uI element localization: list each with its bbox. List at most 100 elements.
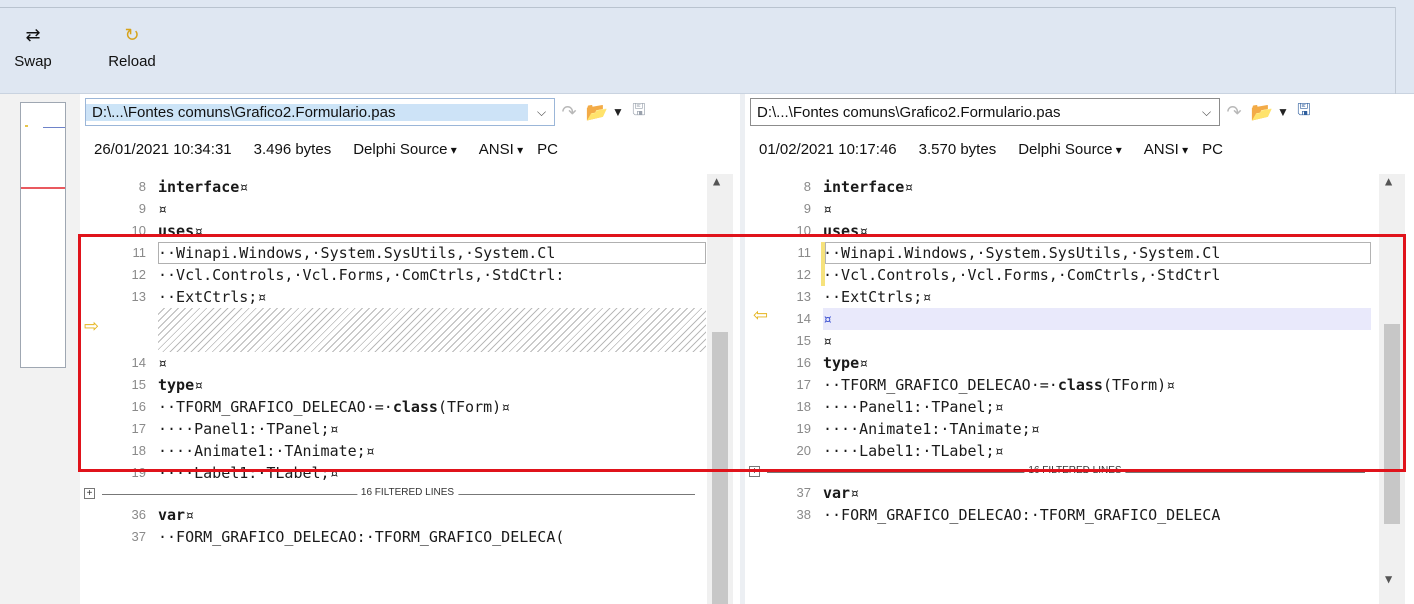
code-line[interactable]: 10 uses¤ <box>80 220 735 242</box>
code-line[interactable]: 14 ¤ <box>745 308 1405 330</box>
code-line[interactable]: 18 ····Panel1:·TPanel;¤ <box>745 396 1405 418</box>
right-size: 3.570 bytes <box>918 140 997 158</box>
code-line[interactable]: 17 ··TFORM_GRAFICO_DELECAO·=·class(TForm)… <box>745 374 1405 396</box>
line-number: 17 <box>796 377 811 392</box>
code-line[interactable]: 13 ··ExtCtrls;¤ <box>745 286 1405 308</box>
current-line-box <box>158 242 706 264</box>
code-text: ¤ <box>158 200 168 218</box>
left-format-select[interactable]: Delphi Source <box>353 141 457 158</box>
reload-button[interactable]: ↻ Reload <box>96 22 168 70</box>
left-editor[interactable]: ▲ 8 interface¤ 9 ¤ 10 uses¤ 11 ··Winapi.Windows… <box>80 174 735 604</box>
code-text: uses¤ <box>158 222 204 240</box>
open-recent-icon[interactable]: ↷ <box>1220 98 1248 126</box>
code-text: ··ExtCtrls;¤ <box>823 288 932 306</box>
code-text: ¤ <box>158 354 168 372</box>
code-line[interactable]: 12 ··Vcl.Controls,·Vcl.Forms,·ComCtrls,·S… <box>80 264 735 286</box>
code-line[interactable]: 19 ····Animate1:·TAnimate;¤ <box>745 418 1405 440</box>
code-line[interactable]: 19 ····Label1:·TLabel;¤ <box>80 462 735 484</box>
code-text: ¤ <box>823 200 833 218</box>
expand-icon[interactable]: + <box>84 488 95 499</box>
copy-right-arrow-icon[interactable]: ⇨ <box>84 316 99 337</box>
right-path-text: D:\...\Fontes comuns\Grafico2.Formulario… <box>757 103 1061 121</box>
code-line[interactable]: 14 ¤ <box>80 352 735 374</box>
right-format-select[interactable]: Delphi Source <box>1018 141 1122 158</box>
right-info-row: 01/02/2021 10:17:46 3.570 bytes Delphi S… <box>745 134 1223 164</box>
code-text: ··TFORM_GRAFICO_DELECAO·=·class(TForm)¤ <box>823 376 1176 394</box>
copy-left-arrow-icon[interactable]: ⇦ <box>753 305 768 326</box>
folder-icon[interactable]: 📂 <box>583 98 611 126</box>
code-text: ····Animate1:·TAnimate;¤ <box>823 420 1040 438</box>
right-encoding-select[interactable]: ANSI <box>1144 141 1188 158</box>
line-number: 38 <box>796 507 811 522</box>
line-number: 11 <box>797 245 812 260</box>
line-number: 37 <box>131 529 146 544</box>
code-line[interactable]: 13 ··ExtCtrls;¤ <box>80 286 735 308</box>
expand-icon[interactable]: + <box>749 466 760 477</box>
right-lineend[interactable]: PC <box>1202 141 1223 158</box>
current-line-box <box>825 242 1371 264</box>
code-text: type¤ <box>158 376 204 394</box>
left-info-row: 26/01/2021 10:34:31 3.496 bytes Delphi S… <box>80 134 558 164</box>
right-editor[interactable]: ▲ ▼ 8 interface¤ 9 ¤ 10 uses¤ 11 ··Winapi.Windo… <box>745 174 1405 604</box>
code-line[interactable]: 37 var¤ <box>745 482 1405 504</box>
left-path-row: D:\...\Fontes comuns\Grafico2.Formulario… <box>85 96 653 128</box>
code-line[interactable]: 37 ··FORM_GRAFICO_DELECAO:·TFORM_GRAFICO_… <box>80 526 735 548</box>
right-date: 01/02/2021 10:17:46 <box>759 140 897 158</box>
folder-dropdown-icon[interactable]: ▼ <box>1276 98 1290 126</box>
code-line[interactable]: 15 ¤ <box>745 330 1405 352</box>
code-line[interactable]: 36 var¤ <box>80 504 735 526</box>
code-line[interactable]: 12 ··Vcl.Controls,·Vcl.Forms,·ComCtrls,·S… <box>745 264 1405 286</box>
chevron-down-icon[interactable]: ⌵ <box>528 99 554 125</box>
save-icon[interactable]: 🖫 <box>625 98 653 126</box>
save-icon[interactable]: 🖫 <box>1290 98 1318 126</box>
left-lineend[interactable]: PC <box>537 141 558 158</box>
line-number: 10 <box>131 223 146 238</box>
folder-icon[interactable]: 📂 <box>1248 98 1276 126</box>
code-line[interactable]: 9 ¤ <box>80 198 735 220</box>
code-line[interactable]: 8 interface¤ <box>745 176 1405 198</box>
code-line[interactable]: 9 ¤ <box>745 198 1405 220</box>
code-text: ··Vcl.Controls,·Vcl.Forms,·ComCtrls,·Std… <box>823 266 1221 284</box>
line-number: 15 <box>131 377 146 392</box>
overview-strip[interactable] <box>0 94 80 604</box>
filtered-lines-label: 16 FILTERED LINES <box>1024 465 1126 476</box>
code-line[interactable]: 16 ··TFORM_GRAFICO_DELECAO·=·class(TForm)… <box>80 396 735 418</box>
code-line[interactable]: 16 type¤ <box>745 352 1405 374</box>
code-line[interactable]: 20 ····Label1:·TLabel;¤ <box>745 440 1405 462</box>
line-number: 10 <box>796 223 811 238</box>
code-line[interactable]: 18 ····Animate1:·TAnimate;¤ <box>80 440 735 462</box>
line-number: 15 <box>796 333 811 348</box>
code-text: ··TFORM_GRAFICO_DELECAO·=·class(TForm)¤ <box>158 398 511 416</box>
line-number: 16 <box>131 399 146 414</box>
filtered-lines-separator[interactable]: +16 FILTERED LINES <box>745 464 1405 480</box>
toolbar: ⇄ Swap ↻ Reload <box>0 0 1414 94</box>
line-number: 20 <box>796 443 811 458</box>
left-encoding-select[interactable]: ANSI <box>479 141 523 158</box>
code-text: ····Panel1:·TPanel;¤ <box>823 398 1004 416</box>
overview-map[interactable] <box>20 102 66 368</box>
swap-icon: ⇄ <box>25 25 41 45</box>
line-number: 11 <box>132 245 147 260</box>
code-text: var¤ <box>823 484 860 502</box>
code-text: ····Animate1:·TAnimate;¤ <box>158 442 375 460</box>
folder-dropdown-icon[interactable]: ▼ <box>611 98 625 126</box>
code-line[interactable]: 10 uses¤ <box>745 220 1405 242</box>
code-line[interactable]: 8 interface¤ <box>80 176 735 198</box>
left-path-combobox[interactable]: D:\...\Fontes comuns\Grafico2.Formulario… <box>85 98 555 126</box>
code-line[interactable]: 17 ····Panel1:·TPanel;¤ <box>80 418 735 440</box>
right-pane: D:\...\Fontes comuns\Grafico2.Formulario… <box>745 94 1414 604</box>
right-path-combobox[interactable]: D:\...\Fontes comuns\Grafico2.Formulario… <box>750 98 1220 126</box>
chevron-down-icon[interactable]: ▼ <box>1385 572 1392 586</box>
open-recent-icon[interactable]: ↷ <box>555 98 583 126</box>
line-number: 14 <box>131 355 146 370</box>
swap-button[interactable]: ⇄ Swap <box>10 22 56 70</box>
code-line[interactable]: 38 ··FORM_GRAFICO_DELECAO:·TFORM_GRAFICO_… <box>745 504 1405 526</box>
left-date: 26/01/2021 10:34:31 <box>94 140 232 158</box>
right-path-row: D:\...\Fontes comuns\Grafico2.Formulario… <box>750 96 1318 128</box>
code-line[interactable]: 15 type¤ <box>80 374 735 396</box>
line-number: 36 <box>131 507 146 522</box>
line-number: 9 <box>138 201 146 216</box>
line-number: 18 <box>131 443 146 458</box>
filtered-lines-separator[interactable]: +16 FILTERED LINES <box>80 486 735 502</box>
chevron-down-icon[interactable]: ⌵ <box>1193 99 1219 125</box>
